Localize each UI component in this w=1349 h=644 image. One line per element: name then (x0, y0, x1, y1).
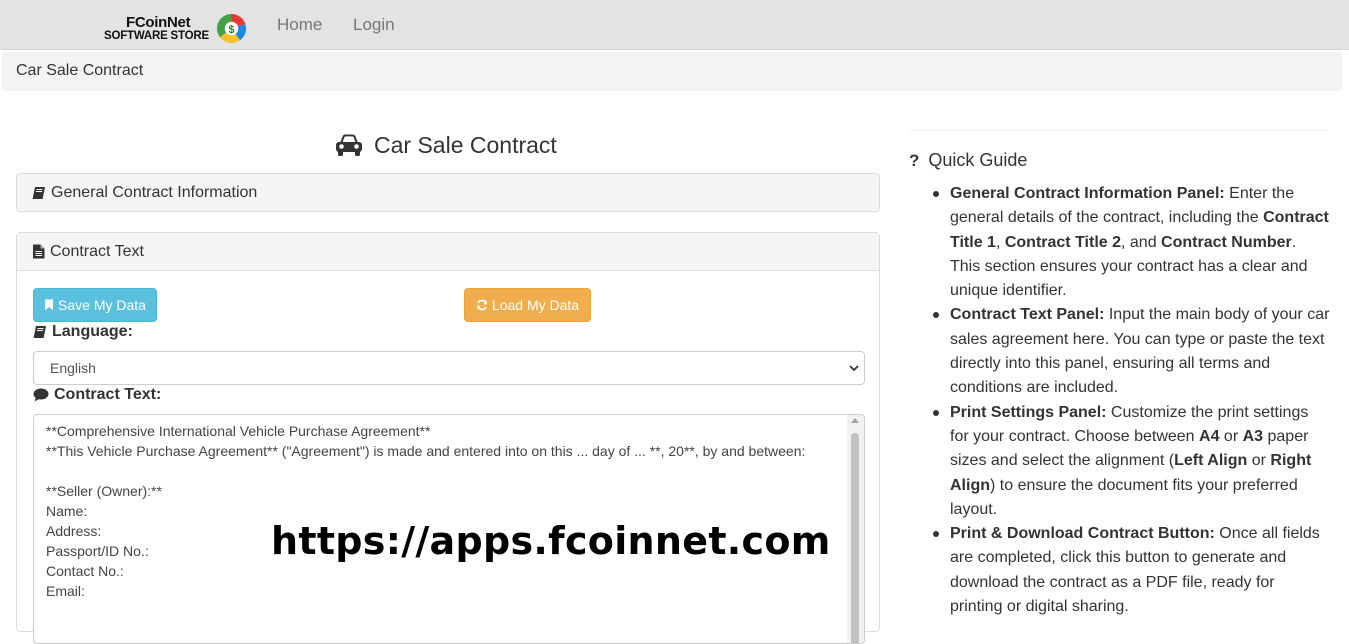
contract-line: Contact No.: (46, 563, 124, 579)
guide-item-text: or (1247, 452, 1271, 470)
top-navbar: FCoinNet SOFTWARE STORE $ Home Login (0, 0, 1349, 50)
guide-item: General Contract Information Panel: Ente… (930, 182, 1330, 303)
brand-name: FCoinNet (126, 14, 191, 31)
contract-line: **Comprehensive International Vehicle Pu… (46, 423, 431, 439)
quick-guide-title: ? Quick Guide (909, 150, 1027, 171)
load-my-data-button[interactable]: Load My Data (464, 288, 591, 322)
contract-text-content: **Comprehensive International Vehicle Pu… (46, 421, 805, 601)
guide-item: Print & Download Contract Button: Once a… (930, 522, 1330, 619)
brand-logo-icon: $ (216, 13, 247, 44)
breadcrumb-current: Car Sale Contract (16, 62, 144, 79)
guide-item-bold: Contract Number (1161, 233, 1292, 251)
general-info-panel[interactable]: General Contract Information (16, 173, 880, 212)
contract-line: Name: (46, 503, 88, 519)
contract-line: **This Vehicle Purchase Agreement** ("Ag… (46, 443, 806, 459)
contract-line (46, 461, 805, 481)
guide-item: Contract Text Panel: Input the main body… (930, 303, 1330, 400)
nav-login-link[interactable]: Login (353, 15, 395, 35)
contract-text-panel: Contract Text Save My Data Load My Data … (16, 232, 880, 644)
brand-logo-link[interactable]: FCoinNet SOFTWARE STORE $ (104, 12, 249, 46)
guide-item-text: or (1219, 427, 1243, 445)
brand-tagline: SOFTWARE STORE (104, 30, 209, 42)
url-watermark: https://apps.fcoinnet.com (271, 519, 831, 563)
language-select[interactable]: English (33, 351, 865, 385)
scroll-thumb[interactable] (851, 433, 859, 643)
quick-guide-title-text: Quick Guide (928, 150, 1028, 170)
book-icon (32, 186, 45, 199)
guide-item-heading: Print Settings Panel: (950, 403, 1107, 421)
quick-guide-list: General Contract Information Panel: Ente… (930, 182, 1330, 619)
page-title: Car Sale Contract (334, 129, 557, 161)
scroll-up-arrow-icon[interactable] (851, 418, 859, 423)
car-icon (336, 134, 362, 156)
load-button-label: Load My Data (491, 297, 580, 313)
guide-item-bold: A3 (1242, 427, 1264, 445)
textarea-scrollbar[interactable] (847, 415, 864, 643)
guide-item-text: , (995, 233, 1005, 251)
contract-text-label-text: Contract Text: (54, 386, 162, 403)
guide-item-text: ) to ensure the document fits your prefe… (950, 476, 1298, 518)
contract-text-label: Contract Text: (33, 386, 161, 404)
save-button-label: Save My Data (58, 297, 146, 313)
bookmark-icon (45, 299, 54, 311)
guide-item-bold: Left Align (1174, 452, 1248, 470)
general-info-panel-heading[interactable]: General Contract Information (17, 174, 879, 211)
question-icon: ? (909, 150, 920, 170)
contract-line: Email: (46, 583, 85, 599)
book-icon (33, 326, 46, 338)
guide-item-heading: Contract Text Panel: (950, 306, 1105, 324)
guide-item-heading: Print & Download Contract Button: (950, 525, 1215, 543)
contract-text-panel-title: Contract Text (50, 242, 144, 260)
file-text-icon (33, 244, 45, 259)
guide-item-bold: Contract Title 2 (1004, 233, 1122, 251)
chevron-down-icon (849, 365, 859, 372)
page-title-text: Car Sale Contract (374, 131, 557, 158)
guide-item-text: , and (1121, 233, 1162, 251)
general-info-panel-title: General Contract Information (51, 183, 258, 201)
language-label: Language: (33, 323, 133, 341)
comment-icon (33, 388, 49, 402)
contract-line: **Seller (Owner):** (46, 483, 162, 499)
language-label-text: Language: (52, 323, 133, 340)
breadcrumb: Car Sale Contract (2, 52, 1342, 91)
save-my-data-button[interactable]: Save My Data (33, 288, 157, 322)
svg-text:$: $ (229, 24, 235, 36)
guide-divider (909, 130, 1327, 131)
nav-home-link[interactable]: Home (277, 15, 322, 35)
refresh-icon (477, 299, 487, 311)
contract-text-panel-heading[interactable]: Contract Text (17, 233, 879, 271)
language-selected-value: English (50, 360, 96, 376)
guide-item-bold: A4 (1199, 427, 1220, 445)
guide-item: Print Settings Panel: Customize the prin… (930, 401, 1330, 522)
guide-item-heading: General Contract Information Panel: (950, 185, 1225, 202)
